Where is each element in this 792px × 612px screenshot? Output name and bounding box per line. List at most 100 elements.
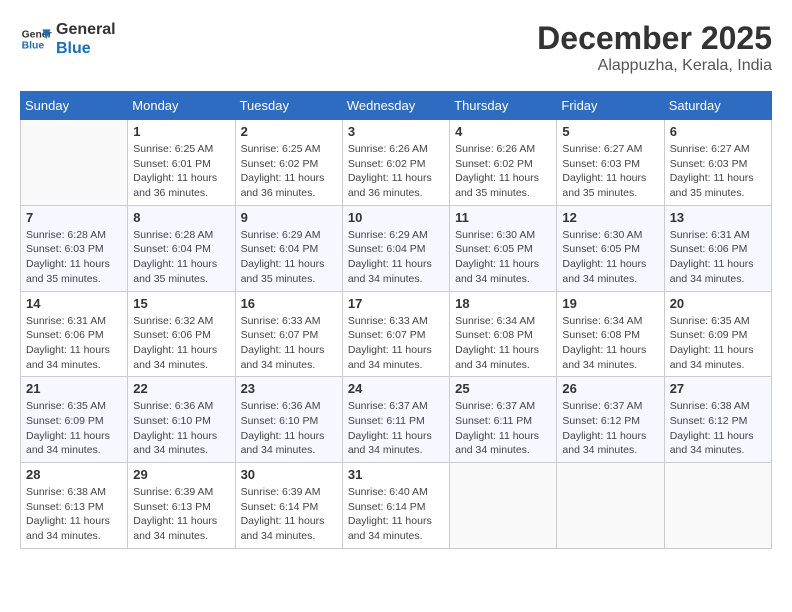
day-info: Sunrise: 6:33 AMSunset: 6:07 PMDaylight:… — [241, 314, 337, 373]
title-block: December 2025 Alappuzha, Kerala, India — [537, 20, 772, 75]
day-number: 11 — [455, 210, 551, 225]
day-number: 27 — [670, 381, 766, 396]
day-number: 15 — [133, 296, 229, 311]
day-info: Sunrise: 6:26 AMSunset: 6:02 PMDaylight:… — [455, 142, 551, 201]
day-info: Sunrise: 6:38 AMSunset: 6:12 PMDaylight:… — [670, 399, 766, 458]
day-info: Sunrise: 6:25 AMSunset: 6:02 PMDaylight:… — [241, 142, 337, 201]
calendar-cell: 7Sunrise: 6:28 AMSunset: 6:03 PMDaylight… — [21, 205, 128, 291]
calendar-cell: 13 Sunrise: 6:31 AMSunset: 6:06 PMDayligh… — [664, 205, 771, 291]
page-header: General Blue General Blue December 2025 … — [20, 20, 772, 75]
day-info: Sunrise: 6:37 AMSunset: 6:11 PMDaylight:… — [455, 399, 551, 458]
calendar-cell: 2 Sunrise: 6:25 AMSunset: 6:02 PMDaylight… — [235, 120, 342, 206]
calendar-week-1: 1 Sunrise: 6:25 AMSunset: 6:01 PMDaylight… — [21, 120, 772, 206]
day-header-saturday: Saturday — [664, 92, 771, 120]
day-number: 8 — [133, 210, 229, 225]
day-number: 19 — [562, 296, 658, 311]
day-number: 26 — [562, 381, 658, 396]
calendar-cell — [21, 120, 128, 206]
logo-line1: General — [56, 20, 116, 39]
day-number: 13 — [670, 210, 766, 225]
calendar-cell: 26 Sunrise: 6:37 AMSunset: 6:12 PMDayligh… — [557, 377, 664, 463]
day-info: Sunrise: 6:35 AMSunset: 6:09 PMDaylight:… — [670, 314, 766, 373]
calendar-cell: 3Sunrise: 6:26 AMSunset: 6:02 PMDaylight… — [342, 120, 449, 206]
day-number: 30 — [241, 467, 337, 482]
day-number: 17 — [348, 296, 444, 311]
calendar-cell: 5 Sunrise: 6:27 AMSunset: 6:03 PMDaylight… — [557, 120, 664, 206]
calendar-cell: 19 Sunrise: 6:34 AMSunset: 6:08 PMDayligh… — [557, 291, 664, 377]
day-info: Sunrise: 6:32 AMSunset: 6:06 PMDaylight:… — [133, 314, 229, 373]
day-info: Sunrise: 6:26 AMSunset: 6:02 PMDaylight:… — [348, 142, 444, 201]
day-number: 5 — [562, 124, 658, 139]
day-info: Sunrise: 6:34 AMSunset: 6:08 PMDaylight:… — [455, 314, 551, 373]
day-number: 21 — [26, 381, 122, 396]
month-title: December 2025 — [537, 20, 772, 57]
location: Alappuzha, Kerala, India — [537, 57, 772, 75]
logo: General Blue General Blue — [20, 20, 116, 58]
calendar-cell: 30 Sunrise: 6:39 AMSunset: 6:14 PMDayligh… — [235, 463, 342, 549]
day-number: 29 — [133, 467, 229, 482]
calendar-cell: 28Sunrise: 6:38 AMSunset: 6:13 PMDayligh… — [21, 463, 128, 549]
day-info: Sunrise: 6:29 AMSunset: 6:04 PMDaylight:… — [241, 228, 337, 287]
day-number: 31 — [348, 467, 444, 482]
day-number: 24 — [348, 381, 444, 396]
day-info: Sunrise: 6:28 AMSunset: 6:03 PMDaylight:… — [26, 228, 122, 287]
day-number: 23 — [241, 381, 337, 396]
day-header-friday: Friday — [557, 92, 664, 120]
day-number: 28 — [26, 467, 122, 482]
day-info: Sunrise: 6:37 AMSunset: 6:12 PMDaylight:… — [562, 399, 658, 458]
day-info: Sunrise: 6:39 AMSunset: 6:13 PMDaylight:… — [133, 485, 229, 544]
calendar-week-5: 28Sunrise: 6:38 AMSunset: 6:13 PMDayligh… — [21, 463, 772, 549]
logo-icon: General Blue — [20, 23, 52, 55]
day-number: 4 — [455, 124, 551, 139]
day-info: Sunrise: 6:27 AMSunset: 6:03 PMDaylight:… — [562, 142, 658, 201]
day-number: 9 — [241, 210, 337, 225]
calendar-table: SundayMondayTuesdayWednesdayThursdayFrid… — [20, 91, 772, 549]
calendar-cell: 24 Sunrise: 6:37 AMSunset: 6:11 PMDayligh… — [342, 377, 449, 463]
calendar-cell: 16 Sunrise: 6:33 AMSunset: 6:07 PMDayligh… — [235, 291, 342, 377]
day-info: Sunrise: 6:40 AMSunset: 6:14 PMDaylight:… — [348, 485, 444, 544]
day-info: Sunrise: 6:27 AMSunset: 6:03 PMDaylight:… — [670, 142, 766, 201]
calendar-cell: 14Sunrise: 6:31 AMSunset: 6:06 PMDayligh… — [21, 291, 128, 377]
day-number: 16 — [241, 296, 337, 311]
calendar-cell: 9 Sunrise: 6:29 AMSunset: 6:04 PMDaylight… — [235, 205, 342, 291]
calendar-cell: 11 Sunrise: 6:30 AMSunset: 6:05 PMDayligh… — [450, 205, 557, 291]
calendar-cell: 31 Sunrise: 6:40 AMSunset: 6:14 PMDayligh… — [342, 463, 449, 549]
day-number: 1 — [133, 124, 229, 139]
day-info: Sunrise: 6:36 AMSunset: 6:10 PMDaylight:… — [133, 399, 229, 458]
day-header-thursday: Thursday — [450, 92, 557, 120]
calendar-cell: 25 Sunrise: 6:37 AMSunset: 6:11 PMDayligh… — [450, 377, 557, 463]
day-header-monday: Monday — [128, 92, 235, 120]
day-number: 25 — [455, 381, 551, 396]
calendar-cell: 15 Sunrise: 6:32 AMSunset: 6:06 PMDayligh… — [128, 291, 235, 377]
calendar-cell: 18 Sunrise: 6:34 AMSunset: 6:08 PMDayligh… — [450, 291, 557, 377]
calendar-cell: 8 Sunrise: 6:28 AMSunset: 6:04 PMDaylight… — [128, 205, 235, 291]
calendar-cell: 12Sunrise: 6:30 AMSunset: 6:05 PMDayligh… — [557, 205, 664, 291]
day-info: Sunrise: 6:31 AMSunset: 6:06 PMDaylight:… — [26, 314, 122, 373]
day-info: Sunrise: 6:33 AMSunset: 6:07 PMDaylight:… — [348, 314, 444, 373]
day-info: Sunrise: 6:34 AMSunset: 6:08 PMDaylight:… — [562, 314, 658, 373]
calendar-cell — [450, 463, 557, 549]
calendar-cell: 29 Sunrise: 6:39 AMSunset: 6:13 PMDayligh… — [128, 463, 235, 549]
day-number: 12 — [562, 210, 658, 225]
calendar-cell: 22 Sunrise: 6:36 AMSunset: 6:10 PMDayligh… — [128, 377, 235, 463]
day-info: Sunrise: 6:39 AMSunset: 6:14 PMDaylight:… — [241, 485, 337, 544]
svg-text:Blue: Blue — [22, 41, 45, 52]
calendar-week-3: 14Sunrise: 6:31 AMSunset: 6:06 PMDayligh… — [21, 291, 772, 377]
calendar-cell: 10Sunrise: 6:29 AMSunset: 6:04 PMDayligh… — [342, 205, 449, 291]
day-info: Sunrise: 6:28 AMSunset: 6:04 PMDaylight:… — [133, 228, 229, 287]
day-number: 10 — [348, 210, 444, 225]
day-info: Sunrise: 6:37 AMSunset: 6:11 PMDaylight:… — [348, 399, 444, 458]
calendar-cell — [664, 463, 771, 549]
calendar-cell: 20Sunrise: 6:35 AMSunset: 6:09 PMDayligh… — [664, 291, 771, 377]
calendar-cell: 21Sunrise: 6:35 AMSunset: 6:09 PMDayligh… — [21, 377, 128, 463]
day-info: Sunrise: 6:31 AMSunset: 6:06 PMDaylight:… — [670, 228, 766, 287]
day-number: 22 — [133, 381, 229, 396]
day-info: Sunrise: 6:25 AMSunset: 6:01 PMDaylight:… — [133, 142, 229, 201]
calendar-cell: 27 Sunrise: 6:38 AMSunset: 6:12 PMDayligh… — [664, 377, 771, 463]
day-number: 2 — [241, 124, 337, 139]
day-number: 18 — [455, 296, 551, 311]
calendar-cell: 1 Sunrise: 6:25 AMSunset: 6:01 PMDaylight… — [128, 120, 235, 206]
day-info: Sunrise: 6:30 AMSunset: 6:05 PMDaylight:… — [455, 228, 551, 287]
calendar-cell: 23Sunrise: 6:36 AMSunset: 6:10 PMDayligh… — [235, 377, 342, 463]
calendar-week-2: 7Sunrise: 6:28 AMSunset: 6:03 PMDaylight… — [21, 205, 772, 291]
